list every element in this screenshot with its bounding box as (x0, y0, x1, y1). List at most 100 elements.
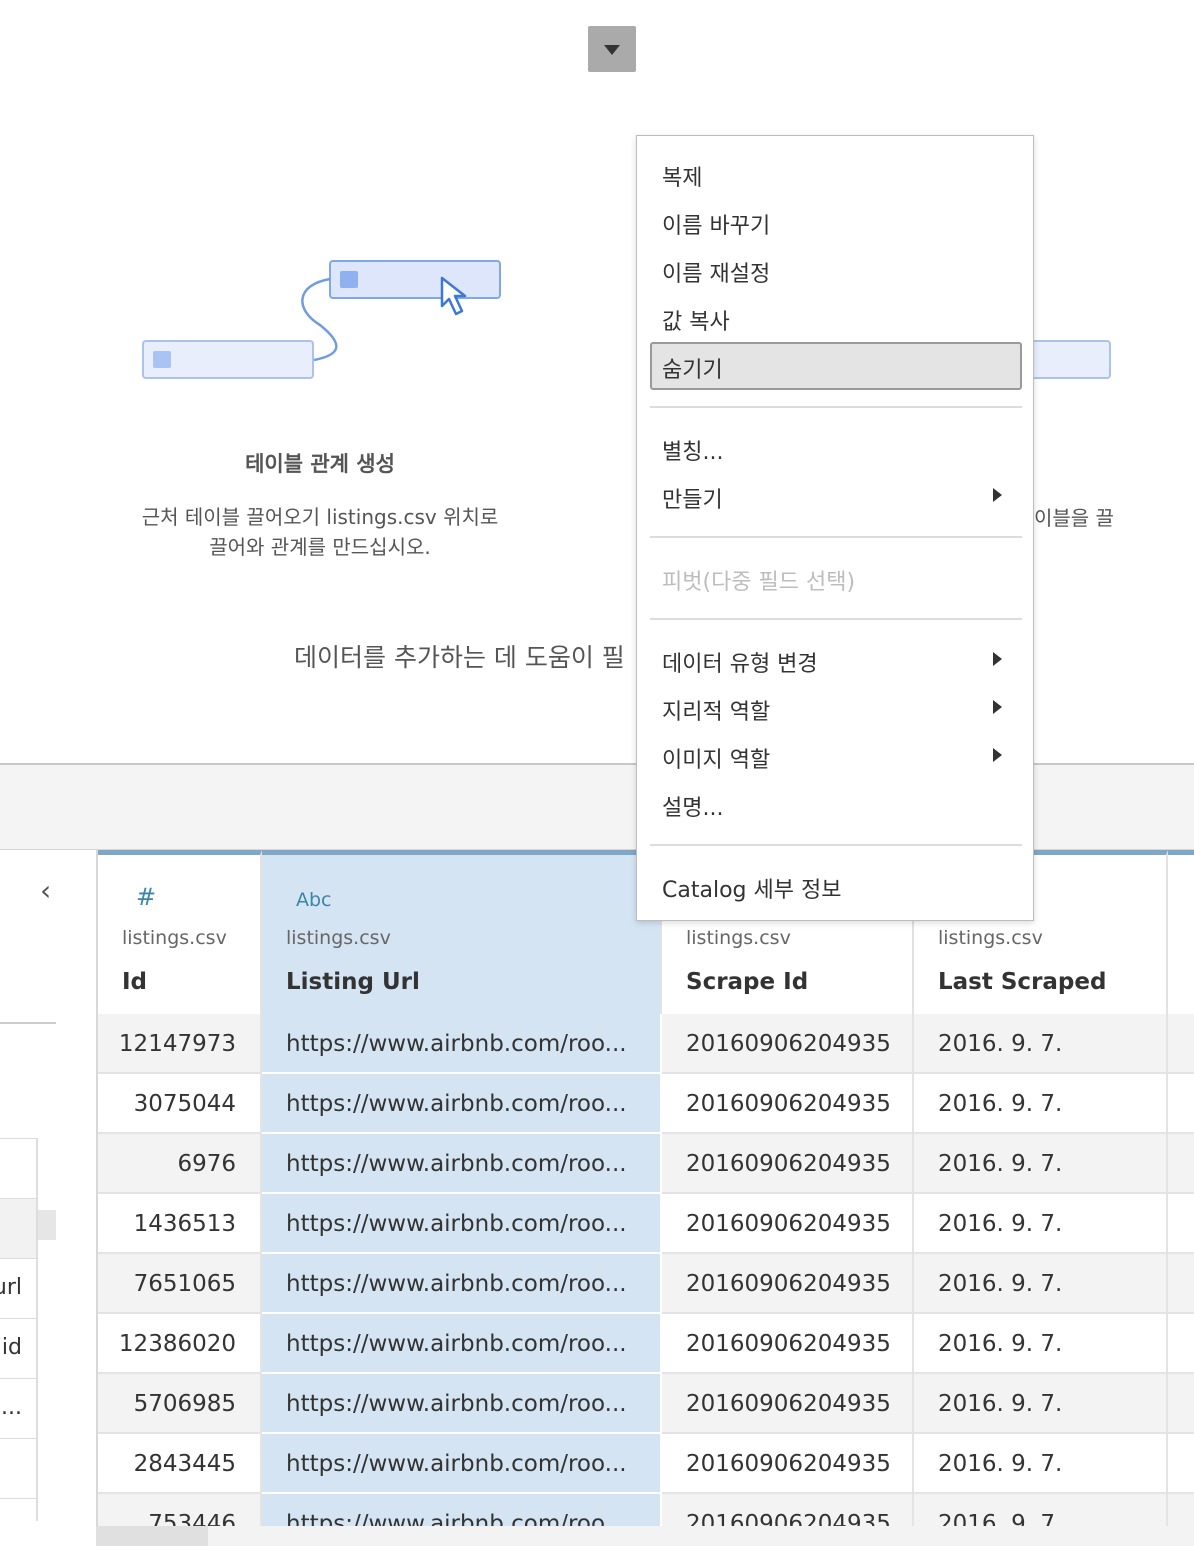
metadata-row[interactable] (0, 1139, 36, 1199)
menu-item-reset-name[interactable]: 이름 재설정 (650, 246, 1022, 292)
cell-listing-url[interactable]: https://www.airbnb.com/roo... (262, 1374, 662, 1434)
metadata-row[interactable] (0, 1439, 36, 1499)
cell-listing-url[interactable]: https://www.airbnb.com/roo... (262, 1014, 662, 1074)
cell-next[interactable] (1168, 1074, 1194, 1134)
column-header-listing-url[interactable]: Abc listings.csv Listing Url (262, 850, 662, 1014)
column-source: listings.csv (938, 927, 1043, 949)
cell-last-scraped[interactable]: 2016. 9. 7. (914, 1194, 1168, 1254)
cell-next[interactable] (1168, 1314, 1194, 1374)
column-name: Scrape Id (686, 969, 809, 995)
cell-next[interactable] (1168, 1434, 1194, 1494)
column-name: Last Scraped (938, 969, 1107, 995)
menu-item-duplicate[interactable]: 복제 (650, 150, 1022, 196)
cell-listing-url[interactable]: https://www.airbnb.com/roo... (262, 1314, 662, 1374)
metadata-row[interactable]: id (0, 1319, 36, 1379)
cell-scrape-id[interactable]: 20160906204935 (662, 1014, 914, 1074)
cell-listing-url[interactable]: https://www.airbnb.com/roo... (262, 1254, 662, 1314)
column-header-id[interactable]: # listings.csv Id (98, 850, 262, 1014)
menu-separator (650, 536, 1022, 538)
table-row[interactable]: 3075044 https://www.airbnb.com/roo... 2016… (98, 1074, 1194, 1134)
cell-scrape-id[interactable]: 20160906204935 (662, 1074, 914, 1134)
metadata-scrollbar[interactable] (38, 1210, 56, 1240)
table-row[interactable]: 2843445 https://www.airbnb.com/roo... 2016… (98, 1434, 1194, 1494)
menu-separator (650, 844, 1022, 846)
table-row[interactable]: 5706985 https://www.airbnb.com/roo... 2016… (98, 1374, 1194, 1434)
cell-next[interactable] (1168, 1254, 1194, 1314)
cell-id[interactable]: 12386020 (98, 1314, 262, 1374)
relationship-hint-title: 테이블 관계 생성 (245, 452, 395, 476)
metadata-row[interactable] (0, 1199, 36, 1259)
cell-last-scraped[interactable]: 2016. 9. 7. (914, 1074, 1168, 1134)
relationship-hint-line-1: 근처 테이블 끌어오기 listings.csv 위치로 (141, 505, 499, 529)
data-grid: # listings.csv Id Abc listings.csv Listi… (96, 850, 1194, 1546)
cell-last-scraped[interactable]: 2016. 9. 7. (914, 1374, 1168, 1434)
cell-listing-url[interactable]: https://www.airbnb.com/roo... (262, 1134, 662, 1194)
string-type-icon[interactable]: Abc (296, 889, 332, 911)
cell-id[interactable]: 12147973 (98, 1014, 262, 1074)
column-header-next[interactable] (1168, 850, 1194, 1014)
menu-item-describe[interactable]: 설명... (650, 780, 1022, 826)
menu-item-rename[interactable]: 이름 바꾸기 (650, 198, 1022, 244)
cell-last-scraped[interactable]: 2016. 9. 7. (914, 1254, 1168, 1314)
cell-next[interactable] (1168, 1194, 1194, 1254)
cell-id[interactable]: 5706985 (98, 1374, 262, 1434)
collapse-panel-chevron-icon[interactable]: ‹ (40, 874, 51, 907)
number-type-icon[interactable]: # (136, 883, 156, 911)
menu-item-change-data-type[interactable]: 데이터 유형 변경 (650, 636, 1022, 682)
menu-separator (650, 406, 1022, 408)
metadata-field-list: url id ... (0, 1138, 38, 1521)
menu-separator (650, 618, 1022, 620)
table-row[interactable]: 1436513 https://www.airbnb.com/roo... 2016… (98, 1194, 1194, 1254)
cell-listing-url[interactable]: https://www.airbnb.com/roo... (262, 1194, 662, 1254)
cell-scrape-id[interactable]: 20160906204935 (662, 1194, 914, 1254)
help-link-text[interactable]: 데이터를 추가하는 데 도움이 필 (294, 638, 625, 674)
cell-id[interactable]: 3075044 (98, 1074, 262, 1134)
column-name: Id (122, 969, 148, 995)
submenu-arrow-icon (993, 488, 1002, 502)
column-name: Listing Url (286, 969, 420, 995)
horizontal-scrollbar-thumb[interactable] (96, 1526, 208, 1546)
table-row[interactable]: 6976 https://www.airbnb.com/roo... 2016090… (98, 1134, 1194, 1194)
menu-item-pivot: 피벗(다중 필드 선택) (662, 570, 856, 595)
table-row[interactable]: 7651065 https://www.airbnb.com/roo... 2016… (98, 1254, 1194, 1314)
cell-last-scraped[interactable]: 2016. 9. 7. (914, 1134, 1168, 1194)
cell-listing-url[interactable]: https://www.airbnb.com/roo... (262, 1074, 662, 1134)
table-row[interactable]: 12147973 https://www.airbnb.com/roo... 201… (98, 1014, 1194, 1074)
column-source: listings.csv (286, 927, 391, 949)
cell-id[interactable]: 2843445 (98, 1434, 262, 1494)
cell-id[interactable]: 6976 (98, 1134, 262, 1194)
relationship-illustration (142, 260, 501, 379)
cell-scrape-id[interactable]: 20160906204935 (662, 1134, 914, 1194)
cell-scrape-id[interactable]: 20160906204935 (662, 1314, 914, 1374)
metadata-row[interactable]: ... (0, 1379, 36, 1439)
cell-id[interactable]: 1436513 (98, 1194, 262, 1254)
cell-last-scraped[interactable]: 2016. 9. 7. (914, 1314, 1168, 1374)
menu-item-geographic-role[interactable]: 지리적 역할 (650, 684, 1022, 730)
relationship-hint-description: 근처 테이블 끌어오기 listings.csv 위치로 끌어와 관계를 만드십… (110, 502, 530, 562)
metadata-row[interactable]: url (0, 1259, 36, 1319)
drag-table-hint-partial: 이블을 끌 (1034, 506, 1114, 530)
horizontal-scrollbar[interactable] (96, 1526, 1194, 1546)
cell-scrape-id[interactable]: 20160906204935 (662, 1374, 914, 1434)
menu-item-create[interactable]: 만들기 (650, 472, 1022, 518)
cell-scrape-id[interactable]: 20160906204935 (662, 1254, 914, 1314)
cell-scrape-id[interactable]: 20160906204935 (662, 1434, 914, 1494)
submenu-arrow-icon (993, 652, 1002, 666)
cell-last-scraped[interactable]: 2016. 9. 7. (914, 1434, 1168, 1494)
column-menu-dropdown-button[interactable] (588, 26, 636, 72)
menu-item-catalog-details[interactable]: Catalog 세부 정보 (650, 862, 1022, 908)
cell-last-scraped[interactable]: 2016. 9. 7. (914, 1014, 1168, 1074)
menu-item-image-role[interactable]: 이미지 역할 (650, 732, 1022, 778)
menu-item-hide[interactable]: 숨기기 (650, 342, 1022, 390)
submenu-arrow-icon (993, 700, 1002, 714)
table-row[interactable]: 12386020 https://www.airbnb.com/roo... 201… (98, 1314, 1194, 1374)
cell-listing-url[interactable]: https://www.airbnb.com/roo... (262, 1434, 662, 1494)
cell-id[interactable]: 7651065 (98, 1254, 262, 1314)
cell-next[interactable] (1168, 1014, 1194, 1074)
relationship-hint-line-2: 끌어와 관계를 만드십시오. (209, 535, 431, 559)
menu-item-copy-values[interactable]: 값 복사 (650, 294, 1022, 340)
cell-next[interactable] (1168, 1374, 1194, 1434)
metadata-panel-divider (0, 1022, 56, 1024)
menu-item-aliases[interactable]: 별칭... (650, 424, 1022, 470)
cell-next[interactable] (1168, 1134, 1194, 1194)
